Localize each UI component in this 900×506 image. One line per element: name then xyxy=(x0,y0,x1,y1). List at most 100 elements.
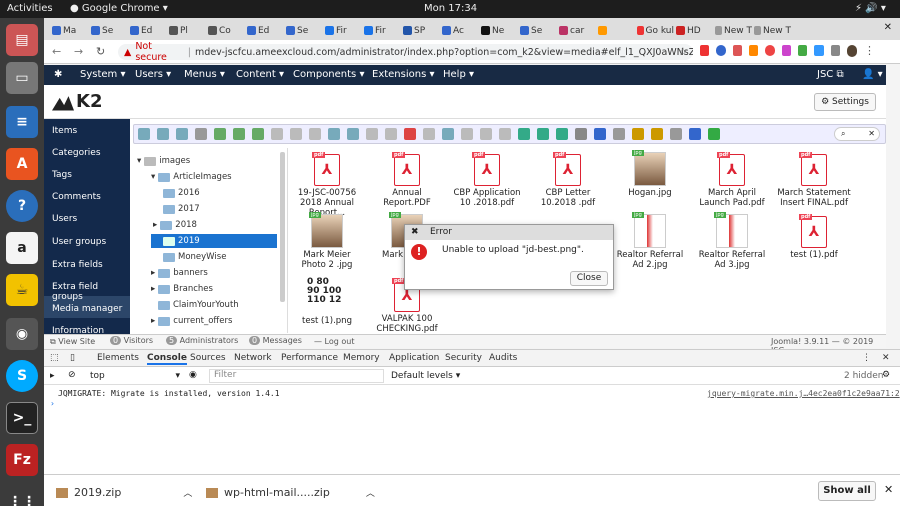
toolbar-tool-icon[interactable] xyxy=(385,128,397,140)
app-menu[interactable]: ● Google Chrome ▾ xyxy=(70,3,168,14)
back-icon[interactable]: ← xyxy=(52,45,61,58)
tab-application[interactable]: Application xyxy=(389,353,439,363)
menu-extensions[interactable]: Extensions ▾ xyxy=(372,69,435,80)
browser-tab[interactable]: Ac xyxy=(442,21,479,40)
tree-root[interactable]: ▾ images xyxy=(137,154,190,168)
extension-icon[interactable] xyxy=(732,45,742,56)
joomla-logo-icon[interactable]: ✱ xyxy=(54,69,62,80)
devtools-close-icon[interactable]: ✕ xyxy=(882,353,890,363)
chevron-up-icon[interactable]: ︿ xyxy=(366,486,375,499)
clear-console-icon[interactable]: ⊘ xyxy=(68,370,76,380)
close-shelf-icon[interactable]: ✕ xyxy=(884,483,893,496)
tab-memory[interactable]: Memory xyxy=(343,353,380,363)
toolbar-tool-icon[interactable] xyxy=(651,128,663,140)
toolbar-tool-icon[interactable] xyxy=(594,128,606,140)
logout-link[interactable]: — Log out xyxy=(314,337,354,346)
devtools-menu-icon[interactable]: ⋮ xyxy=(862,353,871,363)
tab-security[interactable]: Security xyxy=(445,353,482,363)
menu-components[interactable]: Components ▾ xyxy=(293,69,364,80)
file-item[interactable]: jpg Mark Meier Photo 2 .jpg xyxy=(290,212,364,270)
toolbar-tool-icon[interactable] xyxy=(176,128,188,140)
toolbar-tool-icon[interactable] xyxy=(461,128,473,140)
user-menu[interactable]: 👤 ▾ xyxy=(862,69,883,80)
bookmark-star-icon[interactable]: ☆ xyxy=(678,45,688,58)
sidebar-item-tags[interactable]: Tags xyxy=(52,170,72,180)
file-item[interactable]: pdf ⅄ CBP Application 10 .2018.pdf xyxy=(450,150,524,208)
toolbar-tool-icon[interactable] xyxy=(290,128,302,140)
browser-tab[interactable]: Se xyxy=(520,21,557,40)
toolbar-tool-icon[interactable] xyxy=(480,128,492,140)
inspect-icon[interactable]: ⬚ xyxy=(50,353,59,363)
tree-item[interactable]: MoneyWise xyxy=(163,250,226,264)
file-item[interactable]: pdf ⅄ test (1).pdf xyxy=(777,212,851,260)
toolbar-tool-icon[interactable] xyxy=(613,128,625,140)
extension-icon[interactable] xyxy=(830,45,840,56)
sidebar-toggle-icon[interactable]: ▸ xyxy=(50,371,55,381)
sidebar-item-users[interactable]: Users xyxy=(52,214,77,224)
browser-tab[interactable]: New T xyxy=(754,21,791,40)
browser-tab[interactable]: Se xyxy=(286,21,323,40)
toolbar-tool-icon[interactable] xyxy=(689,128,701,140)
sidebar-item-comments[interactable]: Comments xyxy=(52,192,101,202)
tab-elements[interactable]: Elements xyxy=(97,353,139,363)
toolbar-tool-icon[interactable] xyxy=(708,128,720,140)
toolbar-tool-icon[interactable] xyxy=(442,128,454,140)
tab-console[interactable]: Console xyxy=(147,353,187,365)
console-prompt[interactable]: › xyxy=(50,399,55,408)
help-icon[interactable]: ? xyxy=(6,190,38,222)
tree-item[interactable]: ClaimYourYouth xyxy=(158,298,239,312)
menu-system[interactable]: System ▾ xyxy=(80,69,126,80)
browser-tab[interactable]: Go kul xyxy=(637,21,674,40)
toolbar-tool-icon[interactable] xyxy=(518,128,530,140)
console-source-link[interactable]: jquery-migrate.min.j…4ec2ea0f1c2e9aa71:2 xyxy=(707,389,900,398)
tab-network[interactable]: Network xyxy=(234,353,272,363)
browser-tab[interactable]: Ed xyxy=(130,21,167,40)
clock[interactable]: Mon 17:34 xyxy=(424,3,477,14)
amazon-icon[interactable]: a xyxy=(6,232,38,264)
file-item[interactable]: 0 80 90 100 110 12 test (1).png xyxy=(290,276,364,327)
browser-tab[interactable]: Se xyxy=(91,21,128,40)
filezilla-icon[interactable]: Fz xyxy=(6,444,38,476)
files-icon[interactable]: ▤ xyxy=(6,24,38,56)
tab-audits[interactable]: Audits xyxy=(489,353,517,363)
toolbar-tool-icon[interactable] xyxy=(195,128,207,140)
messages-status[interactable]: 0 Messages xyxy=(249,336,302,345)
toolbar-tool-icon[interactable] xyxy=(366,128,378,140)
menu-users[interactable]: Users ▾ xyxy=(135,69,171,80)
show-apps-icon[interactable]: ⋮⋮ xyxy=(6,486,38,506)
download-item[interactable]: 2019.zip ︿ xyxy=(56,486,192,499)
menu-help[interactable]: Help ▾ xyxy=(443,69,474,80)
toolbar-tool-icon[interactable] xyxy=(499,128,511,140)
extension-icon[interactable] xyxy=(748,45,759,56)
browser-tab[interactable]: Pl xyxy=(169,21,206,40)
tree-item[interactable]: ▸ banners xyxy=(151,266,208,280)
tab-sources[interactable]: Sources xyxy=(190,353,226,363)
browser-tab[interactable]: Co xyxy=(208,21,245,40)
show-all-button[interactable]: Show all xyxy=(818,481,876,501)
archive-icon[interactable]: ▭ xyxy=(6,62,38,94)
context-select[interactable]: top ▾ xyxy=(90,371,180,381)
forward-icon[interactable]: → xyxy=(74,45,83,58)
file-item[interactable]: pdf ⅄ March Statement Insert FINAL.pdf xyxy=(777,150,851,208)
file-item[interactable]: pdf ⅄ Annual Report.PDF xyxy=(370,150,444,208)
close-window-icon[interactable]: ✕ xyxy=(884,22,892,33)
tree-item[interactable]: ▸ Branches xyxy=(151,282,213,296)
browser-tab[interactable]: New T xyxy=(715,21,752,40)
browser-tab[interactable]: SP xyxy=(403,21,440,40)
dialog-close-icon[interactable]: ✖ xyxy=(411,227,419,237)
skype-icon[interactable]: S xyxy=(6,360,38,392)
tree-item[interactable]: ▾ ArticleImages xyxy=(151,170,232,184)
extension-icon[interactable] xyxy=(700,45,710,56)
extension-icon[interactable] xyxy=(814,45,824,56)
software-icon[interactable]: A xyxy=(6,148,38,180)
reload-icon[interactable]: ↻ xyxy=(96,45,105,58)
terminal-icon[interactable]: >_ xyxy=(6,402,38,434)
toolbar-tool-icon[interactable] xyxy=(556,128,568,140)
extension-icon[interactable] xyxy=(716,45,726,56)
close-button[interactable]: Close xyxy=(570,271,608,286)
toolbar-tool-icon[interactable] xyxy=(575,128,587,140)
file-item[interactable]: jpg Hogan.jpg xyxy=(613,150,687,198)
toolbar-tool-icon[interactable] xyxy=(233,128,245,140)
browser-tab[interactable]: Ne xyxy=(481,21,518,40)
toolbar-tool-icon[interactable] xyxy=(214,128,226,140)
